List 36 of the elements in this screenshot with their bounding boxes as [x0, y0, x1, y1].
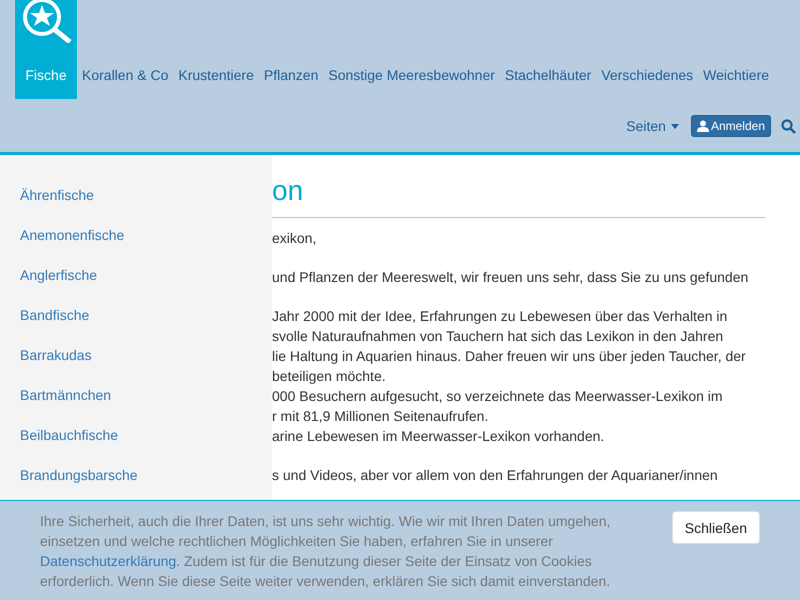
paragraph-text: s und Videos, aber vor allem von den Erfahrungen der Aquarianer/innen — [272, 466, 719, 485]
sidebar-link[interactable]: Beilbauchfische — [0, 415, 272, 455]
nav-tab[interactable]: Weichtiere — [698, 67, 774, 99]
paragraph-text: arine Lebewesen im Meerwasser-Lexikon vorhanden. — [272, 427, 606, 446]
privacy-link[interactable]: Datenschutzerklärung. — [40, 553, 180, 569]
paragraph-text: und Pflanzen der Meereswelt, wir freuen uns sehr, dass Sie zu uns gefunden — [272, 268, 750, 287]
paragraph-text: exikon, — [272, 229, 318, 248]
nav-tab[interactable]: Korallen & Co — [77, 67, 174, 99]
nav-tab[interactable]: Stachelhäuter — [500, 67, 596, 99]
nav-tab[interactable]: Sonstige Meeresbewohner — [323, 67, 500, 99]
nav-tab[interactable]: Krustentiere — [173, 67, 259, 99]
user-icon — [696, 120, 709, 132]
sidebar-link[interactable]: Barrakudas — [0, 335, 272, 375]
close-button[interactable]: Schließen — [672, 511, 760, 544]
sidebar-link[interactable]: Bartmännchen — [0, 375, 272, 415]
paragraph-text: Jahr 2000 mit der Idee, Erfahrungen zu Lebewesen über das Verhalten in — [272, 307, 728, 326]
sidebar-link[interactable]: Bandfische — [0, 295, 272, 335]
sidebar-link[interactable]: Anglerfische — [0, 255, 272, 295]
starfish-magnifier-logo-icon — [20, 0, 72, 43]
sidebar-link[interactable]: Brandungsbarsche — [0, 455, 272, 495]
paragraph-text: svolle Naturaufnahmen von Tauchern hat sich das Lexikon in den Jahren — [272, 327, 724, 346]
nav-tab[interactable]: Pflanzen — [258, 67, 324, 99]
paragraph-text: r mit 81,9 Millionen Seitenaufrufen. — [272, 407, 490, 426]
nav-tab[interactable]: Fische — [15, 0, 77, 99]
nav-tab[interactable]: Verschiedenes — [596, 67, 698, 99]
sidebar-link[interactable]: Ährenfische — [0, 175, 272, 215]
paragraph-text: beteiligen möchte. — [272, 367, 387, 386]
search-icon[interactable] — [781, 118, 796, 134]
cookie-notice-text: Ihre Sicherheit, auch die Ihrer Daten, ist uns sehr wichtig. Wie wir mit Ihren Daten umgehen, einsetzen und welche rechtlichen Möglichkeiten Sie haben, erfahren Sie in unserer Datenschutzerklärung. Zudem ist für die Benutzung dieser Seite der Einsatz von Cookies erforderlich. Wenn Sie diese Seite weiter verwenden, erklären Sie sich damit einverstanden. — [40, 512, 612, 591]
caret-icon — [670, 124, 679, 128]
sidebar-link[interactable]: Anemonenfische — [0, 215, 272, 255]
page-heading: on — [272, 175, 765, 218]
pages-menu[interactable]: Seiten — [626, 118, 679, 134]
login-button[interactable]: Anmelden — [690, 115, 771, 137]
paragraph-text: 000 Besuchern aufgesucht, so verzeichnete das Meerwasser-Lexikon im — [272, 387, 724, 406]
paragraph-text: lie Haltung in Aquarien hinaus. Daher freuen wir uns über jeden Taucher, der — [272, 347, 747, 366]
